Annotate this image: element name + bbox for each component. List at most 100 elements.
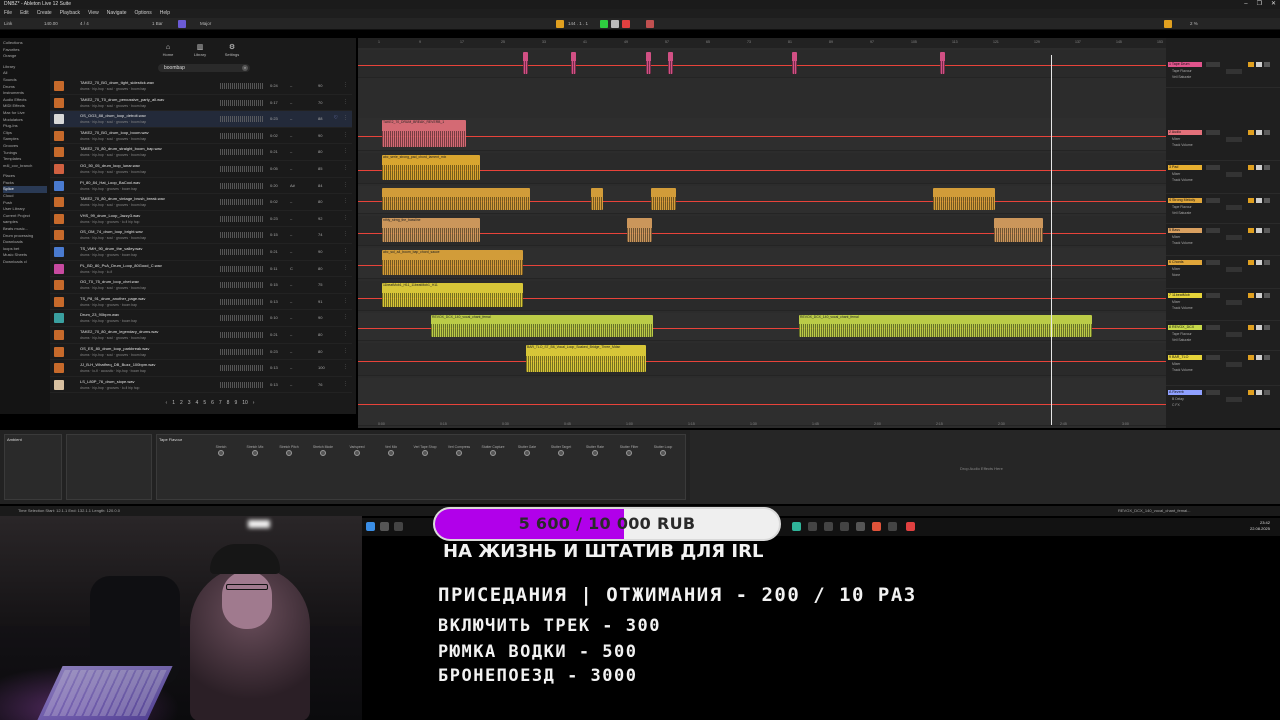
more-options-icon[interactable]: ⋮ bbox=[343, 314, 348, 320]
mute-button[interactable] bbox=[1248, 325, 1254, 330]
sidebar-item[interactable]: Clips bbox=[3, 130, 47, 137]
file-row[interactable]: OS_OM_74_drum_loop_bright.wav drums · hip… bbox=[50, 227, 352, 244]
nav-library-button[interactable]: ▥ Library bbox=[189, 44, 211, 64]
more-options-icon[interactable]: ⋮ bbox=[343, 165, 348, 171]
mute-button[interactable] bbox=[1248, 293, 1254, 298]
nav-settings-button[interactable]: ⚙ Settings bbox=[221, 44, 243, 64]
input-select[interactable] bbox=[1206, 198, 1220, 203]
input-select[interactable] bbox=[1206, 325, 1220, 330]
device-knob[interactable]: Stutter Target bbox=[549, 445, 573, 457]
device-knob[interactable]: Stretch Mode bbox=[311, 445, 335, 457]
page-link[interactable]: 5 bbox=[203, 400, 206, 408]
key-map-button[interactable] bbox=[1164, 20, 1172, 28]
more-options-icon[interactable]: ⋮ bbox=[343, 331, 348, 337]
app-icon[interactable] bbox=[872, 522, 881, 531]
arrangement-view[interactable]: TAKE2_70_DRUM_BREAK_REVERB_1 abc_serie_st… bbox=[358, 38, 1166, 428]
follow-icon[interactable] bbox=[556, 20, 564, 28]
app-icon[interactable] bbox=[808, 522, 817, 531]
track-name[interactable]: 8 REVOX_DCX bbox=[1168, 325, 1202, 330]
more-options-icon[interactable]: ⋮ bbox=[343, 132, 348, 138]
tempo-field[interactable]: 140.00 bbox=[44, 20, 58, 28]
menu-item[interactable]: Options bbox=[134, 9, 151, 18]
output-select[interactable] bbox=[1226, 332, 1242, 337]
track-name[interactable]: 2 Audio bbox=[1168, 130, 1202, 135]
more-options-icon[interactable]: ⋮ bbox=[343, 231, 348, 237]
menu-item[interactable]: Help bbox=[160, 9, 170, 18]
waveform-preview[interactable] bbox=[220, 199, 264, 206]
device-knob[interactable]: Stutter Gate bbox=[515, 445, 539, 457]
input-select[interactable] bbox=[1206, 355, 1220, 360]
more-options-icon[interactable]: ⋮ bbox=[343, 381, 348, 387]
sidebar-item[interactable]: Music Sheets bbox=[3, 252, 47, 259]
device-knob[interactable]: Varispeed bbox=[345, 445, 369, 457]
device-knob[interactable]: Stretch Mix bbox=[243, 445, 267, 457]
page-link[interactable]: 9 bbox=[234, 400, 237, 408]
sidebar-item[interactable]: loops bet bbox=[3, 246, 47, 253]
mute-button[interactable] bbox=[1248, 260, 1254, 265]
mute-button[interactable] bbox=[1248, 228, 1254, 233]
sidebar-item[interactable]: Splice bbox=[3, 186, 47, 194]
sidebar-item[interactable]: Samples bbox=[3, 136, 47, 143]
track-lane[interactable] bbox=[358, 343, 1166, 376]
track-name[interactable]: 1 Tape Drum bbox=[1168, 62, 1202, 67]
sidebar-item[interactable]: m4l_cov_branch bbox=[3, 163, 47, 170]
track-lane[interactable] bbox=[358, 50, 1166, 78]
more-options-icon[interactable]: ⋮ bbox=[343, 215, 348, 221]
input-select[interactable] bbox=[1206, 228, 1220, 233]
waveform-preview[interactable] bbox=[220, 298, 264, 305]
waveform-preview[interactable] bbox=[220, 83, 264, 89]
arm-button[interactable] bbox=[1264, 165, 1270, 170]
track-lane[interactable] bbox=[358, 118, 1166, 151]
app-icon[interactable] bbox=[906, 522, 915, 531]
waveform-preview[interactable] bbox=[220, 99, 264, 106]
mute-button[interactable] bbox=[1248, 198, 1254, 203]
file-row[interactable]: TAKE2_70_80_drum_vintage_brush_break.wav… bbox=[50, 194, 352, 211]
sidebar-item[interactable]: Cloud bbox=[3, 193, 47, 200]
page-link[interactable]: 3 bbox=[188, 400, 191, 408]
waveform-preview[interactable] bbox=[220, 265, 264, 272]
sidebar-item[interactable]: Library bbox=[3, 64, 47, 71]
sidebar-item[interactable]: Modulators bbox=[3, 117, 47, 124]
automation-line[interactable] bbox=[358, 404, 1166, 405]
waveform-preview[interactable] bbox=[220, 232, 264, 239]
sidebar-item[interactable]: All bbox=[3, 70, 47, 77]
file-row[interactable]: Drum_23_90bpm.wav drums · hip-hop · groov… bbox=[50, 310, 352, 327]
menu-item[interactable]: Navigate bbox=[107, 9, 127, 18]
arm-button[interactable] bbox=[1264, 130, 1270, 135]
solo-button[interactable] bbox=[1256, 355, 1262, 360]
solo-button[interactable] bbox=[1256, 130, 1262, 135]
file-row[interactable]: JJ_B-H_Whatfreq_DB_Buzz_100bpm.wav drums … bbox=[50, 360, 352, 377]
more-options-icon[interactable]: ⋮ bbox=[343, 148, 348, 154]
sidebar-item[interactable]: Downloads cl bbox=[3, 259, 47, 266]
sidebar-item[interactable]: Sounds bbox=[3, 77, 47, 84]
more-options-icon[interactable]: ⋮ bbox=[343, 115, 348, 121]
menu-item[interactable]: Edit bbox=[20, 9, 29, 18]
file-row[interactable]: TS_P8_91_drum_another_page.wav drums · hi… bbox=[50, 294, 352, 311]
sidebar-item[interactable]: Favorites bbox=[3, 47, 47, 54]
arm-button[interactable] bbox=[1264, 325, 1270, 330]
file-row[interactable]: TS_VMH_90_drum_the_valley.wav drums · hip… bbox=[50, 244, 352, 261]
audio-clip[interactable]: REVOX_DCX_140_vocal_chant_femal bbox=[799, 315, 1092, 337]
audio-clip[interactable] bbox=[523, 52, 528, 74]
waveform-preview[interactable] bbox=[220, 348, 264, 355]
solo-button[interactable] bbox=[1256, 62, 1262, 67]
waveform-preview[interactable] bbox=[220, 149, 264, 156]
app-icon[interactable] bbox=[824, 522, 833, 531]
audio-clip[interactable]: abc_sol_a4_boom_bap_chord_sauce bbox=[382, 250, 523, 275]
sidebar-item[interactable]: Tunings bbox=[3, 150, 47, 157]
track-lane[interactable] bbox=[358, 378, 1166, 426]
arm-button[interactable] bbox=[1264, 355, 1270, 360]
output-select[interactable] bbox=[1226, 267, 1242, 272]
sidebar-item[interactable]: Templates bbox=[3, 156, 47, 163]
audio-clip[interactable]: abc_serie_strong_pad_chord_lament_mix bbox=[382, 155, 480, 180]
audio-clip[interactable] bbox=[627, 218, 652, 242]
input-select[interactable] bbox=[1206, 260, 1220, 265]
file-row[interactable]: VHS_99_drum_Loop_Jazzy3.wav drums · hip-h… bbox=[50, 211, 352, 228]
page-link[interactable]: 4 bbox=[196, 400, 199, 408]
input-select[interactable] bbox=[1206, 293, 1220, 298]
mute-button[interactable] bbox=[1248, 165, 1254, 170]
page-link[interactable]: 6 bbox=[211, 400, 214, 408]
solo-button[interactable] bbox=[1256, 325, 1262, 330]
device-panel[interactable] bbox=[66, 434, 152, 500]
waveform-preview[interactable] bbox=[220, 365, 264, 372]
